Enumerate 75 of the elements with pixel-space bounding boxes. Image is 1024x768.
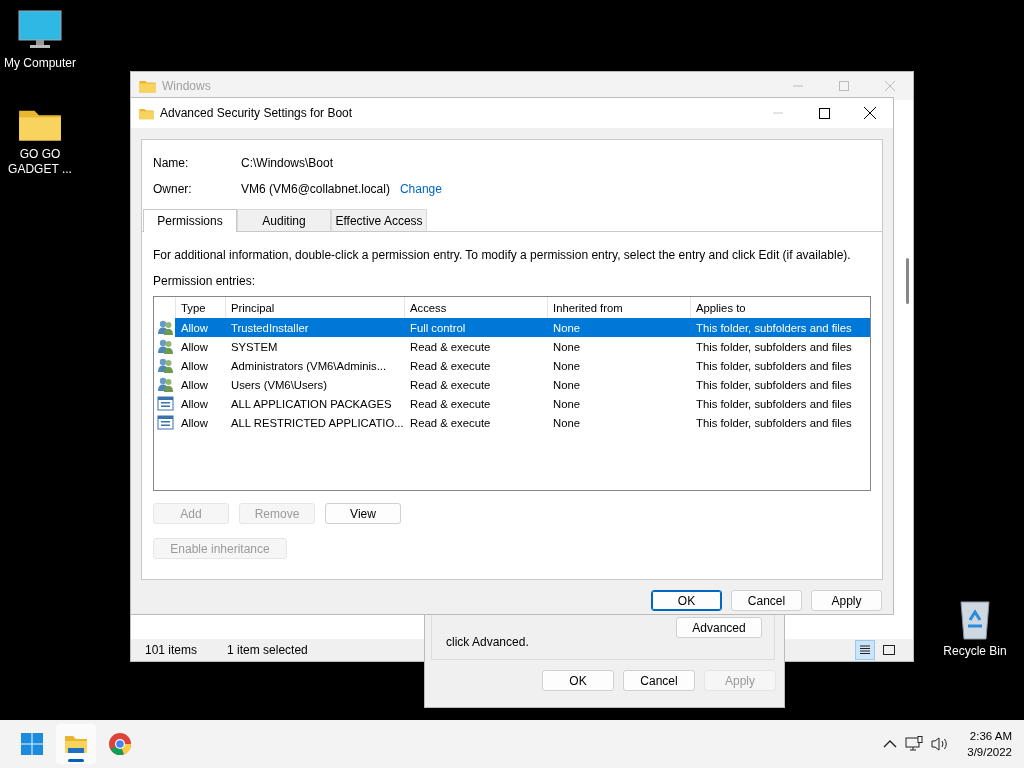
network-icon[interactable] bbox=[905, 736, 924, 752]
chevron-up-icon[interactable] bbox=[883, 739, 898, 749]
description-text: For additional information, double-click a permission entry. To modify a permission entry, select the entry and click Edit (if available). bbox=[153, 248, 852, 263]
volume-icon[interactable] bbox=[931, 736, 950, 752]
tab[interactable]: Auditing bbox=[237, 209, 331, 231]
table-cell[interactable]: This folder, subfolders and files bbox=[690, 375, 870, 394]
table-cell[interactable]: ALL RESTRICTED APPLICATIO... bbox=[225, 413, 404, 432]
table-cell[interactable]: Read & execute bbox=[404, 394, 547, 413]
item-count: 101 items bbox=[145, 643, 198, 657]
desktop-icon-label[interactable]: Recycle Bin bbox=[943, 644, 1007, 659]
table-cell[interactable]: None bbox=[547, 356, 690, 375]
selection-status: 1 item selected bbox=[227, 643, 308, 657]
table-cell[interactable]: Administrators (VM6\Adminis... bbox=[225, 356, 404, 375]
close-icon[interactable] bbox=[864, 107, 876, 119]
table-cell[interactable]: ALL APPLICATION PACKAGES bbox=[225, 394, 404, 413]
table-cell[interactable]: TrustedInstaller bbox=[225, 318, 404, 337]
table-cell[interactable]: Allow bbox=[175, 356, 225, 375]
table-cell[interactable]: None bbox=[547, 318, 690, 337]
folder-icon bbox=[139, 106, 154, 120]
table-cell[interactable]: Read & execute bbox=[404, 375, 547, 394]
dialog-button[interactable]: OK bbox=[542, 670, 614, 691]
table-cell[interactable]: None bbox=[547, 394, 690, 413]
name-label: Name: bbox=[153, 156, 190, 170]
table-cell[interactable]: This folder, subfolders and files bbox=[690, 356, 870, 375]
table-cell[interactable]: Allow bbox=[175, 337, 225, 356]
desktop-icon-label[interactable]: My Computer bbox=[4, 56, 76, 71]
entry-button[interactable]: View bbox=[325, 503, 401, 524]
clock-date[interactable]: 3/9/2022 bbox=[967, 744, 1012, 760]
owner-value: VM6 (VM6@collabnet.local) bbox=[241, 182, 390, 196]
tab[interactable]: Permissions bbox=[143, 209, 237, 232]
chrome-icon[interactable] bbox=[107, 731, 133, 757]
table-cell[interactable]: None bbox=[547, 375, 690, 394]
users-icon bbox=[157, 338, 174, 355]
users-icon bbox=[157, 376, 174, 393]
change-link[interactable]: Change bbox=[399, 182, 442, 196]
table-cell[interactable]: SYSTEM bbox=[225, 337, 404, 356]
desktop-icon-label[interactable]: GO GO GADGET ... bbox=[5, 147, 75, 177]
table-cell[interactable]: This folder, subfolders and files bbox=[690, 337, 870, 356]
table-cell[interactable]: This folder, subfolders and files bbox=[690, 413, 870, 432]
table-cell[interactable]: Read & execute bbox=[404, 413, 547, 432]
table-cell[interactable]: Full control bbox=[404, 318, 547, 337]
advanced-button[interactable]: Advanced bbox=[676, 617, 762, 638]
dialog-button[interactable]: OK bbox=[651, 590, 722, 611]
users-icon bbox=[157, 357, 174, 374]
table-cell[interactable]: This folder, subfolders and files bbox=[690, 394, 870, 413]
maximize-icon[interactable] bbox=[818, 107, 830, 119]
table-cell[interactable]: Allow bbox=[175, 318, 225, 337]
users-icon bbox=[157, 319, 174, 336]
table-cell[interactable]: This folder, subfolders and files bbox=[690, 318, 870, 337]
entries-label: Permission entries: bbox=[153, 274, 257, 288]
table-cell[interactable]: Read & execute bbox=[404, 337, 547, 356]
dialog-button[interactable]: Cancel bbox=[731, 590, 802, 611]
dialog-button[interactable]: Apply bbox=[811, 590, 882, 611]
window-icon bbox=[157, 395, 174, 412]
table-cell[interactable]: Allow bbox=[175, 394, 225, 413]
table-cell[interactable]: Read & execute bbox=[404, 356, 547, 375]
clock-time[interactable]: 2:36 AM bbox=[969, 728, 1012, 744]
taskbar-app[interactable] bbox=[56, 724, 96, 764]
table-cell[interactable]: Allow bbox=[175, 375, 225, 394]
folder-icon bbox=[139, 79, 156, 93]
owner-label: Owner: bbox=[153, 182, 193, 196]
scrollbar-thumb[interactable] bbox=[906, 258, 909, 304]
table-cell[interactable]: None bbox=[547, 337, 690, 356]
window-icon bbox=[157, 414, 174, 431]
instruction-text: click Advanced. bbox=[446, 635, 529, 649]
dialog-button[interactable]: Cancel bbox=[623, 670, 695, 691]
recycle-bin-icon[interactable] bbox=[957, 598, 993, 640]
window-title: Advanced Security Settings for Boot bbox=[160, 106, 353, 120]
table-cell[interactable]: Users (VM6\Users) bbox=[225, 375, 404, 394]
table-cell[interactable]: None bbox=[547, 413, 690, 432]
windows-start-icon[interactable] bbox=[20, 732, 44, 756]
name-value: C:\Windows\Boot bbox=[241, 156, 335, 170]
tab[interactable]: Effective Access bbox=[331, 209, 427, 231]
table-cell[interactable]: Allow bbox=[175, 413, 225, 432]
window-title: Windows bbox=[162, 79, 211, 93]
